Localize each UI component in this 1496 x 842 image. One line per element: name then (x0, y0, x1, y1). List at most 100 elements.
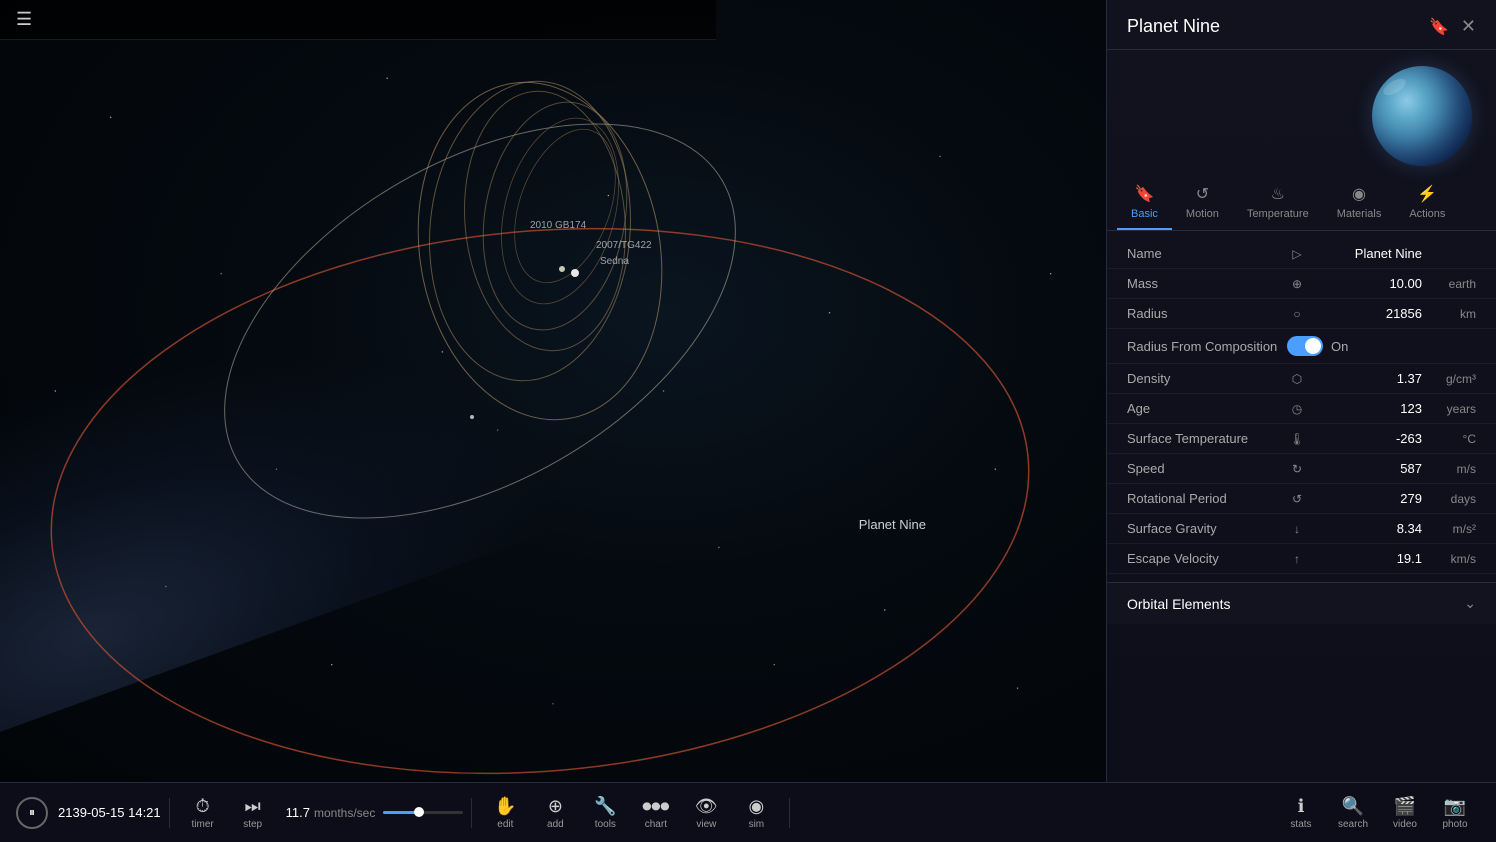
step-button[interactable]: ⏭ step (228, 792, 278, 834)
tools-button[interactable]: 🔧 tools (580, 792, 630, 834)
prop-esc-unit: km/s (1426, 552, 1476, 566)
prop-escape-vel: Escape Velocity ↑ 19.1 km/s (1107, 544, 1496, 574)
video-button[interactable]: 🎬 video (1380, 792, 1430, 834)
play-pause-button[interactable]: ⏸ (16, 797, 48, 829)
tools-icon: 🔧 (594, 796, 616, 817)
tab-basic-icon: 🔖 (1134, 184, 1154, 204)
tab-temperature-label: Temperature (1247, 208, 1309, 220)
tab-actions[interactable]: ⚡ Actions (1395, 174, 1459, 230)
view-button[interactable]: 👁 view (681, 792, 731, 834)
chart-button[interactable]: ⏺⏺⏺ chart (630, 792, 681, 834)
prop-mass-value[interactable]: 10.00 (1307, 276, 1426, 291)
timer-icon: ⏱ (196, 796, 210, 817)
tab-basic[interactable]: 🔖 Basic (1117, 174, 1172, 230)
properties-list: Name ▷ Planet Nine Mass ⊕ 10.00 earth Ra… (1107, 231, 1496, 582)
add-button[interactable]: ⊕ add (530, 792, 580, 834)
playback-section: ⏸ 2139-05-15 14:21 (16, 797, 161, 829)
prop-speed-value[interactable]: 587 (1307, 461, 1426, 476)
prop-rfc-label: Radius From Composition (1127, 339, 1287, 354)
prop-grav-unit: m/s² (1426, 522, 1476, 536)
speed-slider[interactable] (383, 811, 463, 814)
prop-radius-unit: km (1426, 307, 1476, 321)
prop-name: Name ▷ Planet Nine (1107, 239, 1496, 269)
speed-slider-fill (383, 811, 415, 814)
stats-icon: ℹ (1298, 796, 1305, 817)
top-menu-bar: ☰ (0, 0, 716, 40)
search-icon: 🔍 (1342, 796, 1364, 817)
tab-actions-icon: ⚡ (1417, 184, 1437, 204)
prop-rot-value[interactable]: 279 (1307, 491, 1426, 506)
photo-button[interactable]: 📷 photo (1430, 792, 1480, 834)
close-icon[interactable]: ✕ (1461, 16, 1476, 37)
prop-grav-value[interactable]: 8.34 (1307, 521, 1426, 536)
chart-icon: ⏺⏺⏺ (642, 796, 669, 817)
stats-button[interactable]: ℹ stats (1276, 792, 1326, 834)
planet-thumbnail-container (1107, 50, 1496, 174)
prop-speed-icon: ↻ (1287, 462, 1307, 476)
hamburger-menu[interactable]: ☰ (16, 9, 32, 30)
prop-density-value[interactable]: 1.37 (1307, 371, 1426, 386)
prop-temp-unit: °C (1426, 432, 1476, 446)
space-view[interactable]: ☰ (0, 0, 1106, 782)
search-label: search (1338, 819, 1368, 830)
prop-name-value[interactable]: Planet Nine (1307, 246, 1426, 261)
tab-temperature[interactable]: ♨ Temperature (1233, 174, 1323, 230)
speed-unit: months/sec (314, 806, 375, 820)
prop-age-value[interactable]: 123 (1307, 401, 1426, 416)
prop-grav-icon: ↓ (1287, 522, 1307, 536)
tab-motion[interactable]: ↺ Motion (1172, 174, 1233, 230)
rfc-toggle-label: On (1331, 339, 1348, 354)
edit-label: edit (497, 819, 513, 830)
speed-slider-container (383, 811, 463, 814)
prop-mass-label: Mass (1127, 276, 1287, 291)
prop-age-label: Age (1127, 401, 1287, 416)
prop-gravity: Surface Gravity ↓ 8.34 m/s² (1107, 514, 1496, 544)
tab-bar: 🔖 Basic ↺ Motion ♨ Temperature ◉ Materia… (1107, 174, 1496, 231)
orbital-elements-section[interactable]: Orbital Elements ⌄ (1107, 582, 1496, 624)
separator-1 (169, 798, 170, 828)
prop-radius-composition: Radius From Composition On (1107, 329, 1496, 364)
prop-radius-value[interactable]: 21856 (1307, 306, 1426, 321)
prop-age: Age ◷ 123 years (1107, 394, 1496, 424)
tab-temperature-icon: ♨ (1271, 184, 1285, 204)
prop-mass: Mass ⊕ 10.00 earth (1107, 269, 1496, 299)
prop-age-unit: years (1426, 402, 1476, 416)
speed-slider-thumb (414, 807, 424, 817)
sim-label: sim (749, 819, 765, 830)
prop-radius-icon: ○ (1287, 307, 1307, 321)
edit-button[interactable]: ✋ edit (480, 792, 530, 834)
timer-button[interactable]: ⏱ timer (178, 792, 228, 834)
add-label: add (547, 819, 564, 830)
prop-esc-icon: ↑ (1287, 552, 1307, 566)
separator-2 (471, 798, 472, 828)
tab-basic-label: Basic (1131, 208, 1158, 220)
prop-temp-label: Surface Temperature (1127, 431, 1287, 446)
search-button[interactable]: 🔍 search (1326, 792, 1380, 834)
stats-label: stats (1290, 819, 1311, 830)
prop-density-unit: g/cm³ (1426, 372, 1476, 386)
datetime-display: 2139-05-15 14:21 (58, 805, 161, 820)
edit-icon: ✋ (494, 796, 516, 817)
step-icon: ⏭ (245, 796, 261, 817)
prop-density-icon: ⬡ (1287, 372, 1307, 386)
panel-title: Planet Nine (1127, 16, 1220, 37)
prop-grav-label: Surface Gravity (1127, 521, 1287, 536)
prop-temp-value[interactable]: -263 (1307, 431, 1426, 446)
view-label: view (696, 819, 716, 830)
bookmark-off-icon[interactable]: 🔖 (1429, 17, 1449, 37)
prop-density: Density ⬡ 1.37 g/cm³ (1107, 364, 1496, 394)
prop-radius-label: Radius (1127, 306, 1287, 321)
sim-button[interactable]: ◉ sim (731, 792, 781, 834)
tab-materials[interactable]: ◉ Materials (1323, 174, 1396, 230)
orbital-elements-title: Orbital Elements (1127, 596, 1230, 612)
prop-name-label: Name (1127, 246, 1287, 261)
prop-name-icon: ▷ (1287, 247, 1307, 261)
prop-density-label: Density (1127, 371, 1287, 386)
prop-speed-unit: m/s (1426, 462, 1476, 476)
prop-rot-unit: days (1426, 492, 1476, 506)
chart-label: chart (645, 819, 667, 830)
prop-speed-label: Speed (1127, 461, 1287, 476)
prop-esc-value[interactable]: 19.1 (1307, 551, 1426, 566)
prop-temp-icon: 🌡 (1287, 432, 1307, 446)
rfc-toggle[interactable] (1287, 336, 1323, 356)
